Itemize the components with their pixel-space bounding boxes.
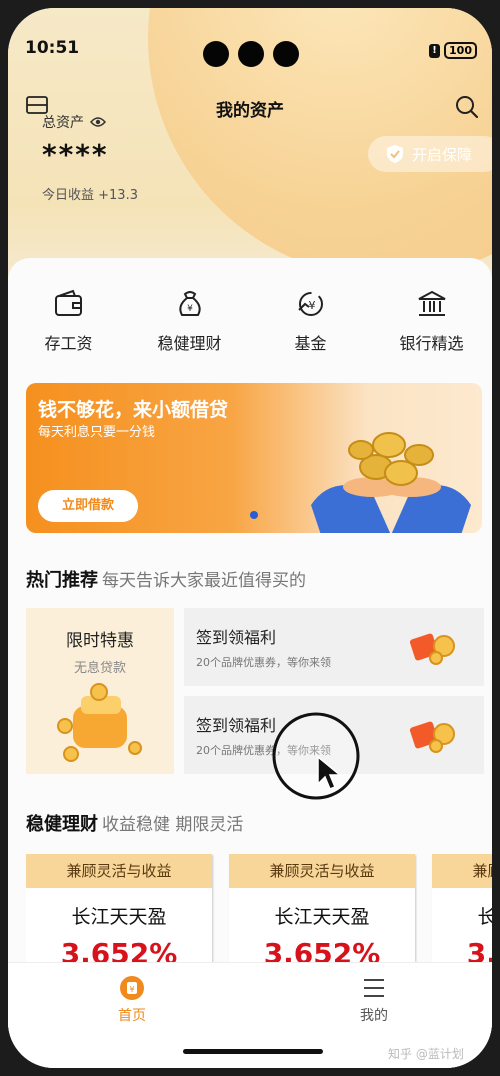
status-time: 10:51	[25, 38, 80, 58]
steady-subtitle: 收益稳健 期限灵活	[102, 815, 244, 835]
camera-dot	[273, 41, 299, 67]
sign-in-desc: 20个品牌优惠券，等你来领	[196, 656, 331, 669]
search-icon[interactable]	[454, 94, 480, 120]
carousel-dot[interactable]	[250, 511, 258, 519]
quick-action-label: 基金	[294, 334, 327, 353]
red-envelope-icon	[409, 633, 455, 665]
product-tag: 兼顾灵活与收益	[26, 854, 212, 888]
total-assets-text: 总资产	[42, 115, 84, 131]
home-indicator[interactable]	[183, 1049, 323, 1054]
menu-icon	[364, 979, 384, 997]
eye-icon[interactable]	[90, 116, 106, 128]
quick-action-label: 稳健理财	[157, 334, 222, 353]
hot-recommend-header: 热门推荐 每天告诉大家最近值得买的	[26, 566, 306, 592]
svg-text:¥: ¥	[308, 299, 315, 312]
camera-dot	[203, 41, 229, 67]
product-card[interactable]: 兼顾灵活与收益 长江天天盈 3.652%	[26, 854, 212, 974]
tab-home-label: 首页	[118, 1008, 146, 1024]
product-card[interactable]: 兼顾灵活与收益 长江天天盈 3.652%	[432, 854, 492, 974]
money-bag-icon: ¥	[178, 291, 201, 316]
quick-action-salary[interactable]: 存工资	[14, 288, 124, 354]
tab-home[interactable]: ¥ 首页	[92, 975, 172, 1025]
coins-in-hands-illustration	[311, 432, 471, 533]
svg-text:¥: ¥	[187, 304, 193, 314]
quick-action-steady[interactable]: ¥ 稳健理财	[135, 288, 245, 354]
phone-screen: 10:51 ! 100 我的资产 总资产 **** 今日收益 +13.3 开启保…	[8, 8, 492, 1068]
watermark: 知乎 @蓝计划	[388, 1047, 464, 1061]
hot-title: 热门推荐	[26, 570, 98, 591]
fund-icon: ¥	[297, 292, 323, 316]
tab-mine-label: 我的	[360, 1008, 388, 1024]
tab-mine[interactable]: 我的	[334, 975, 414, 1025]
product-name: 长江天天盈	[274, 906, 370, 928]
main-content: 存工资 ¥ 稳健理财 ¥ 基金 银行精选 钱不够花，来小额借贷 每天利息只要一分…	[8, 258, 492, 1068]
loan-banner[interactable]: 钱不够花，来小额借贷 每天利息只要一分钱 立即借款	[26, 383, 482, 533]
product-name: 长江天天盈	[71, 906, 167, 928]
limited-title: 限时特惠	[66, 631, 134, 651]
banner-subtitle: 每天利息只要一分钱	[38, 425, 156, 440]
quick-action-label: 银行精选	[399, 334, 464, 353]
hot-subtitle: 每天告诉大家最近值得买的	[102, 571, 306, 591]
quick-action-bank[interactable]: 银行精选	[377, 288, 487, 354]
alert-icon: !	[429, 43, 441, 58]
product-tag: 兼顾灵活与收益	[432, 854, 492, 888]
bank-icon	[418, 290, 445, 316]
shield-check-icon	[387, 145, 403, 163]
limited-offer-card[interactable]: 限时特惠 无息贷款	[26, 608, 174, 774]
camera-dot	[238, 41, 264, 67]
sign-in-title: 签到领福利	[196, 716, 277, 735]
sign-in-card[interactable]: 签到领福利 20个品牌优惠券，等你来领	[184, 608, 484, 686]
touch-cursor-icon	[272, 712, 360, 800]
borrow-now-button[interactable]: 立即借款	[38, 490, 138, 522]
battery-level: 100	[444, 42, 477, 59]
product-carousel[interactable]: 兼顾灵活与收益 长江天天盈 3.652% 兼顾灵活与收益 长江天天盈 3.652…	[26, 854, 492, 974]
product-tag: 兼顾灵活与收益	[229, 854, 415, 888]
sign-in-title: 签到领福利	[196, 628, 277, 647]
masked-asset-value: ****	[42, 138, 109, 171]
banner-title: 钱不够花，来小额借贷	[38, 399, 229, 421]
steady-title: 稳健理财	[26, 814, 98, 835]
limited-subtitle: 无息贷款	[73, 661, 126, 676]
wallet-icon	[54, 289, 82, 316]
status-bar: 10:51 ! 100	[8, 8, 492, 67]
battery-indicator: ! 100	[429, 42, 477, 59]
product-card[interactable]: 兼顾灵活与收益 长江天天盈 3.652%	[229, 854, 415, 974]
home-icon: ¥	[120, 976, 144, 1000]
steady-finance-header: 稳健理财 收益稳健 期限灵活	[26, 810, 243, 836]
red-envelope-icon	[409, 721, 455, 753]
coin-wallet-illustration	[57, 683, 142, 762]
total-assets-label: 总资产	[42, 112, 106, 132]
quick-action-fund[interactable]: ¥ 基金	[256, 288, 366, 354]
protect-label: 开启保障	[412, 145, 473, 164]
enable-protection-button[interactable]: 开启保障	[368, 136, 492, 172]
today-income: 今日收益 +13.3	[42, 188, 138, 203]
quick-action-label: 存工资	[44, 334, 93, 353]
product-name: 长江天天盈	[477, 906, 492, 928]
quick-actions: 存工资 ¥ 稳健理财 ¥ 基金 银行精选	[8, 288, 492, 354]
svg-text:¥: ¥	[129, 985, 134, 994]
